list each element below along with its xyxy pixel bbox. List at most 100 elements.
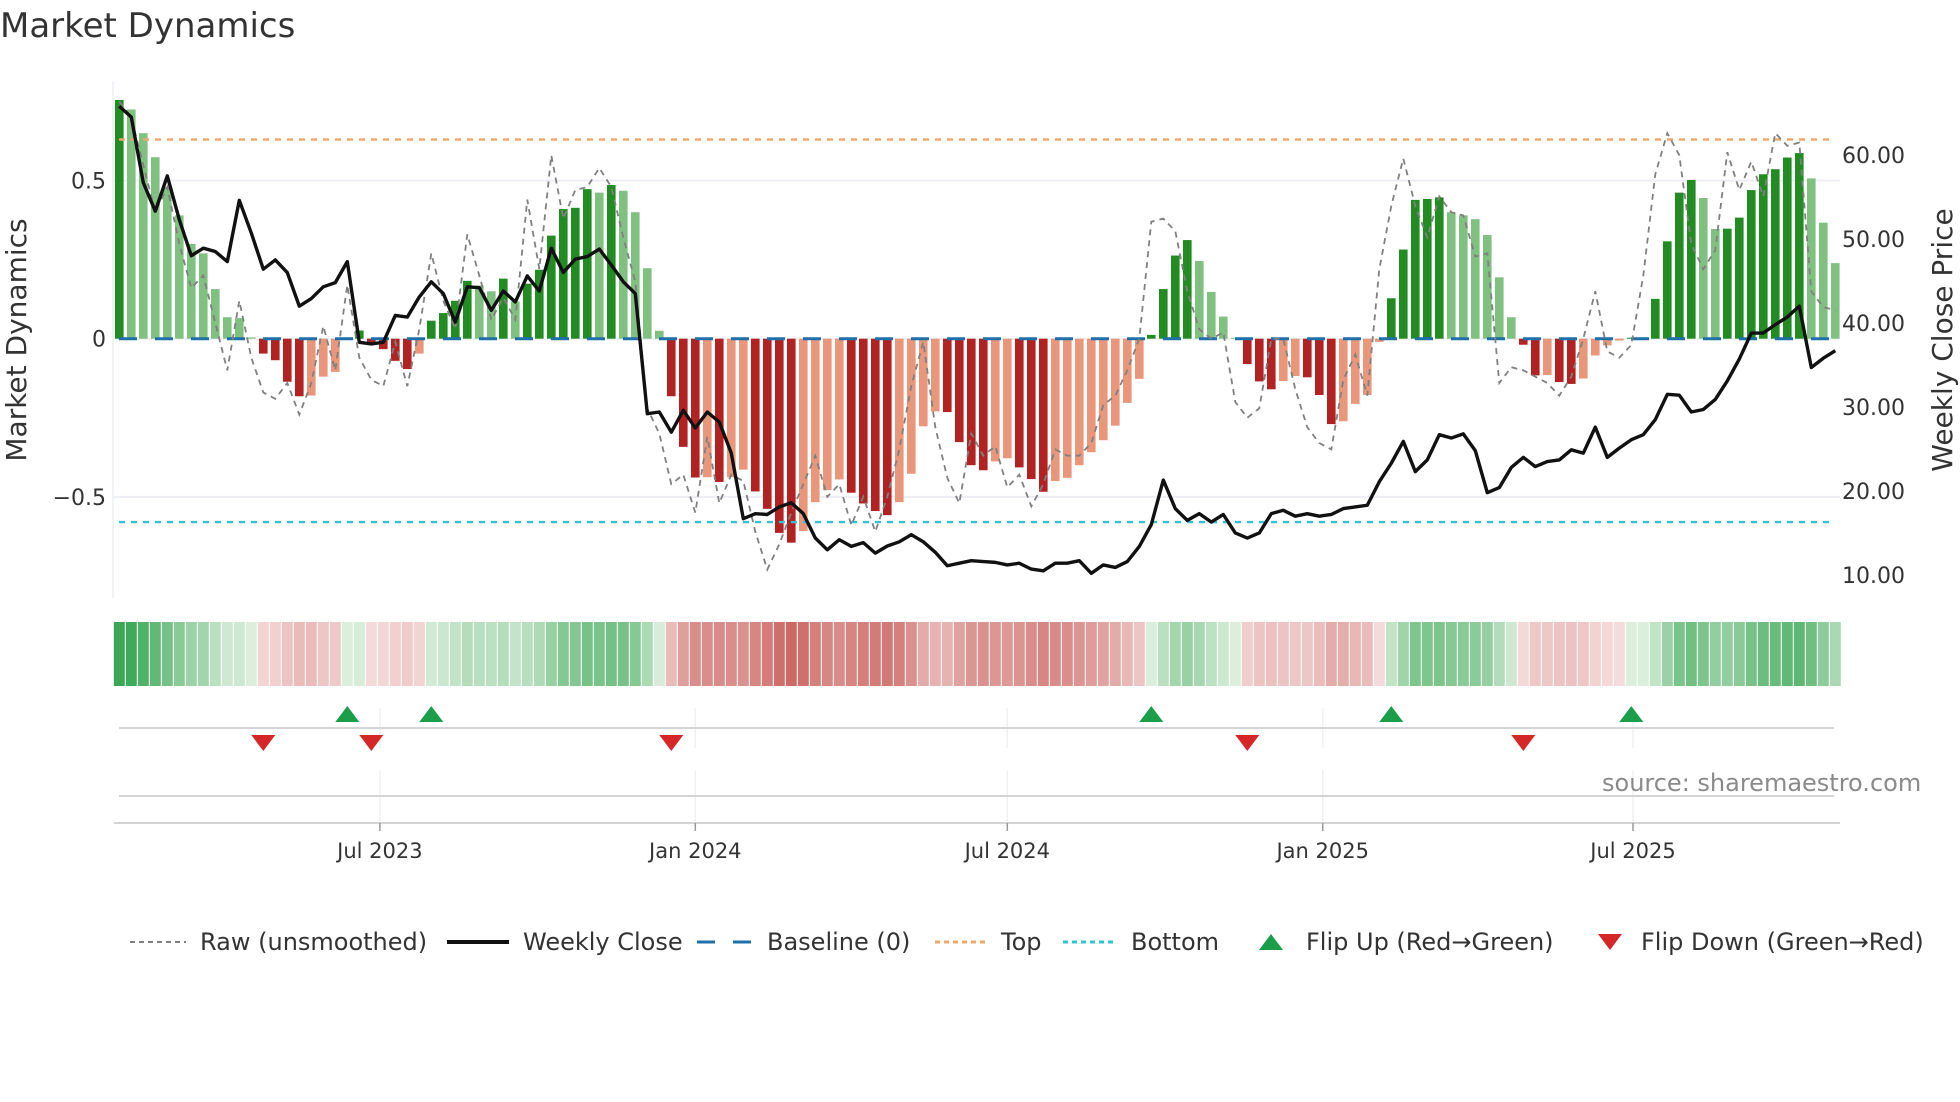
heatmap-cell — [905, 622, 917, 686]
x-tick-label: Jul 2024 — [963, 839, 1050, 863]
dynamics-bar — [187, 243, 196, 339]
heatmap-cell — [125, 622, 137, 686]
dashed-line-icon — [697, 940, 753, 944]
legend-label: Flip Up (Red→Green) — [1306, 928, 1554, 956]
heatmap-cell — [1613, 622, 1625, 686]
heatmap-cell — [545, 622, 557, 686]
dynamics-bar — [895, 338, 904, 503]
heatmap-cell — [497, 622, 509, 686]
legend-label: Raw (unsmoothed) — [200, 928, 428, 956]
dynamics-bar — [943, 338, 952, 413]
dynamics-bar — [1315, 338, 1324, 395]
heatmap-cell — [797, 622, 809, 686]
heatmap-cell — [893, 622, 905, 686]
heatmap-cell — [665, 622, 677, 686]
dynamics-bar — [1351, 338, 1360, 404]
flip-down-marker — [1511, 735, 1536, 751]
heatmap-cell — [701, 622, 713, 686]
dynamics-bar — [223, 317, 232, 339]
heatmap-cell — [485, 622, 497, 686]
dynamics-bar — [1111, 338, 1120, 426]
heatmap-cell — [413, 622, 425, 686]
heatmap-cell — [1421, 622, 1433, 686]
heatmap-cell — [1649, 622, 1661, 686]
dynamics-bar — [1735, 217, 1744, 339]
dynamics-bar — [499, 278, 508, 339]
heatmap-cell — [1601, 622, 1613, 686]
dynamics-bar — [787, 338, 796, 543]
dynamics-bar — [1759, 174, 1768, 339]
lines-layer — [118, 101, 1837, 576]
heatmap-cell — [305, 622, 317, 686]
flip-markers-panel — [119, 706, 1834, 822]
heatmap-cell — [1565, 622, 1577, 686]
dynamics-bar — [799, 338, 808, 531]
dynamics-bar — [115, 99, 124, 339]
x-tick-label: Jan 2025 — [1274, 839, 1369, 863]
heatmap-cell — [293, 622, 305, 686]
heatmap-cell — [1373, 622, 1385, 686]
y-tick-label: −0.5 — [53, 486, 106, 511]
dynamics-bar — [1135, 338, 1144, 379]
heatmap-cell — [257, 622, 269, 686]
legend-item-close: Weekly Close — [447, 924, 683, 960]
heatmap-cell — [629, 622, 641, 686]
heatmap-cell — [1337, 622, 1349, 686]
flip-up-marker — [335, 706, 360, 722]
heatmap-cell — [329, 622, 341, 686]
x-tick-label: Jul 2023 — [335, 839, 422, 863]
dynamics-bar — [1099, 338, 1108, 441]
heatmap-cell — [401, 622, 413, 686]
dynamics-bar — [1471, 219, 1480, 339]
heatmap-cell — [1313, 622, 1325, 686]
dynamics-bar — [1819, 222, 1828, 339]
dotted-line-icon — [1063, 940, 1117, 944]
heatmap-cell — [1181, 622, 1193, 686]
heatmap-cell — [941, 622, 953, 686]
dynamics-bar — [1423, 198, 1432, 339]
flip-up-marker — [419, 706, 444, 722]
heatmap-cell — [1205, 622, 1217, 686]
heatmap-cell — [317, 622, 329, 686]
legend: Raw (unsmoothed) Weekly Close Baseline (… — [0, 924, 1960, 960]
dynamics-bar — [1063, 338, 1072, 478]
heatmap-cell — [989, 622, 1001, 686]
heatmap-cell — [833, 622, 845, 686]
heatmap-cell — [377, 622, 389, 686]
heatmap-cell — [977, 622, 989, 686]
dynamics-bar — [595, 192, 604, 339]
dynamics-bar — [1339, 338, 1348, 422]
heatmap-cell — [773, 622, 785, 686]
y-tick-label: 0 — [92, 328, 106, 353]
dynamics-bar — [763, 338, 772, 509]
dynamics-bar — [1579, 338, 1588, 379]
flip-down-marker — [251, 735, 276, 751]
heatmap-cell — [173, 622, 185, 686]
dynamics-bar — [955, 338, 964, 443]
heatmap-cell — [533, 622, 545, 686]
heatmap-cell — [1733, 622, 1745, 686]
dynamics-bar — [991, 338, 1000, 462]
dynamics-bar — [1531, 338, 1540, 376]
heatmap-cell — [437, 622, 449, 686]
heatmap-cell — [965, 622, 977, 686]
heatmap-cell — [1805, 622, 1817, 686]
heatmap-cell — [761, 622, 773, 686]
dynamics-bar — [307, 338, 316, 396]
heatmap-cell — [1121, 622, 1133, 686]
heatmap-cell — [749, 622, 761, 686]
heatmap-cell — [1193, 622, 1205, 686]
heatmap-cell — [341, 622, 353, 686]
heatmap-cell — [137, 622, 149, 686]
heatmap-cell — [209, 622, 221, 686]
heatmap-cell — [929, 622, 941, 686]
heatmap-cell — [1385, 622, 1397, 686]
y2-tick-label: 30.00 — [1842, 396, 1905, 421]
heatmap-cell — [1241, 622, 1253, 686]
heatmap-cell — [1085, 622, 1097, 686]
heatmap-cell — [1265, 622, 1277, 686]
heatmap-cell — [1457, 622, 1469, 686]
heatmap-cell — [221, 622, 233, 686]
dynamics-bar — [1723, 228, 1732, 339]
dynamics-bar — [439, 313, 448, 339]
